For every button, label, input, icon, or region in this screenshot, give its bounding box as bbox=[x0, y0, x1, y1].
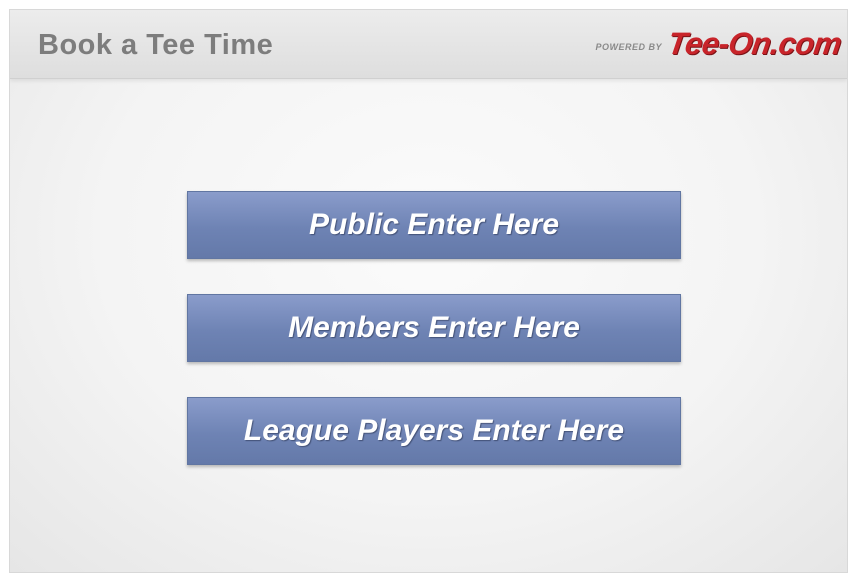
public-enter-label: Public Enter Here bbox=[308, 208, 560, 241]
league-players-enter-label: League Players Enter Here bbox=[243, 414, 625, 447]
members-enter-label: Members Enter Here bbox=[288, 311, 580, 344]
booking-widget: Book a Tee Time POWERED BY Tee-On.com Pu… bbox=[9, 9, 848, 573]
powered-by-label: POWERED BY bbox=[595, 42, 662, 52]
public-enter-button[interactable]: Public Enter Here bbox=[187, 191, 681, 259]
league-players-enter-button[interactable]: League Players Enter Here bbox=[187, 397, 681, 465]
powered-by-logo[interactable]: POWERED BY Tee-On.com bbox=[595, 24, 844, 64]
members-enter-button[interactable]: Members Enter Here bbox=[187, 294, 681, 362]
header-bar: Book a Tee Time POWERED BY Tee-On.com bbox=[10, 10, 847, 79]
page-title: Book a Tee Time bbox=[38, 29, 274, 61]
tee-on-logo: Tee-On.com bbox=[665, 26, 844, 61]
